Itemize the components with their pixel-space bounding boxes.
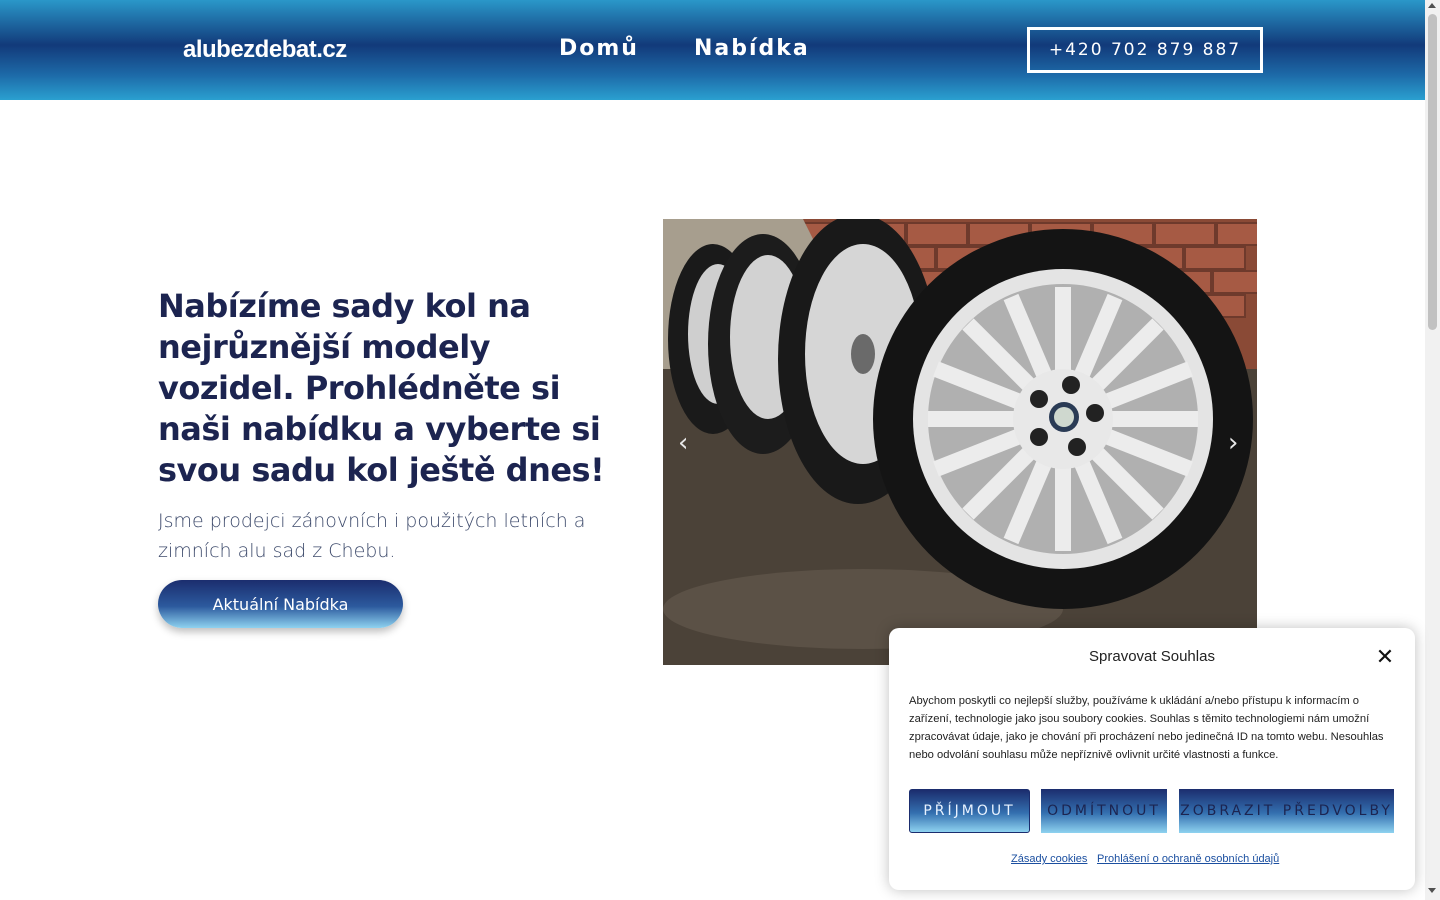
- image-slider[interactable]: [663, 219, 1257, 665]
- nav-item-home[interactable]: Domů: [559, 36, 639, 61]
- page-scrollbar[interactable]: [1425, 0, 1440, 900]
- cookie-consent-dialog: Spravovat Souhlas ✕ Abychom poskytli co …: [889, 628, 1415, 890]
- site-header: alubezdebat.cz Domů Nabídka +420 702 879…: [0, 0, 1425, 100]
- site-logo[interactable]: alubezdebat.cz: [183, 36, 347, 64]
- nav-item-offer[interactable]: Nabídka: [694, 36, 810, 61]
- preferences-button[interactable]: ZOBRAZIT PŘEDVOLBY: [1179, 789, 1394, 833]
- cookie-policy-link[interactable]: Zásady cookies: [1011, 853, 1087, 865]
- chevron-right-icon[interactable]: ›: [1228, 428, 1238, 458]
- scroll-down-icon[interactable]: [1428, 888, 1436, 893]
- privacy-policy-link[interactable]: Prohlášení o ochraně osobních údajů: [1097, 853, 1279, 865]
- scroll-thumb[interactable]: [1428, 14, 1437, 330]
- deny-button[interactable]: ODMÍTNOUT: [1041, 789, 1167, 833]
- wheels-photo: [663, 219, 1257, 665]
- hero-title: Nabízíme sady kol na nejrůznější modely …: [158, 287, 605, 489]
- hero-subtitle: Jsme prodejci zánovních i použitých letn…: [158, 510, 586, 562]
- cookie-title: Spravovat Souhlas: [1089, 648, 1215, 665]
- cookie-text: Abychom poskytli co nejlepší služby, pou…: [909, 695, 1384, 761]
- current-offer-button[interactable]: Aktuální Nabídka: [158, 580, 403, 628]
- chevron-left-icon[interactable]: ‹: [678, 428, 688, 458]
- close-icon[interactable]: ✕: [1373, 646, 1397, 670]
- scroll-up-icon[interactable]: [1428, 3, 1436, 8]
- accept-button[interactable]: PŘÍJMOUT: [909, 789, 1030, 833]
- phone-button[interactable]: +420 702 879 887: [1027, 27, 1263, 73]
